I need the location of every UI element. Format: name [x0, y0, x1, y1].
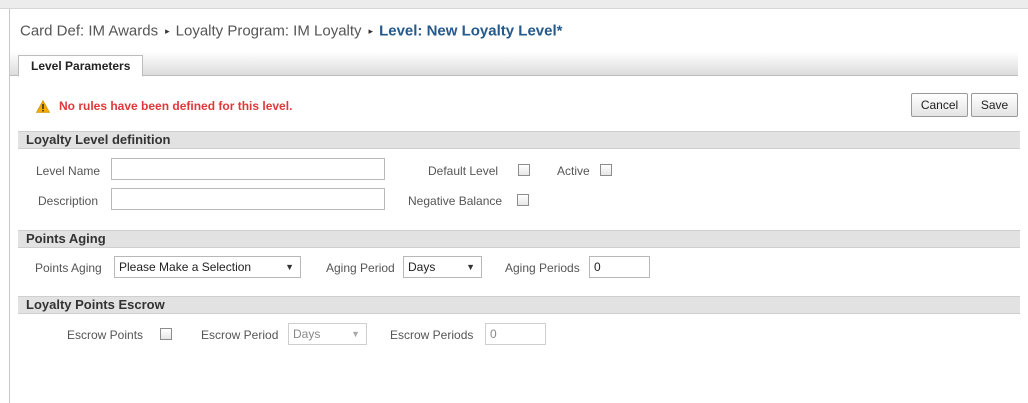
chevron-down-icon: ▼ — [466, 262, 475, 272]
description-label: Description — [38, 194, 99, 208]
breadcrumb-separator-icon: ▸ — [165, 25, 170, 36]
breadcrumb-separator-icon: ▸ — [368, 25, 374, 36]
escrow-period-label: Escrow Period — [201, 328, 279, 342]
breadcrumb-card-def[interactable]: Card Def: IM Awards — [20, 23, 158, 40]
escrow-points-checkbox[interactable] — [160, 328, 172, 340]
breadcrumb: Card Def: IM Awards ▸ Loyalty Program: IM … — [20, 22, 562, 40]
escrow-periods-input[interactable] — [485, 323, 546, 345]
points-aging-label: Points Aging — [35, 261, 102, 275]
warning-triangle-icon — [36, 99, 50, 113]
breadcrumb-current-level: Level: New Loyalty Level* — [379, 22, 563, 40]
negative-balance-label: Negative Balance — [408, 194, 503, 208]
points-aging-select[interactable]: Please Make a Selection ▼ — [114, 256, 301, 278]
description-input[interactable] — [111, 188, 385, 210]
points-aging-select-value: Please Make a Selection — [119, 260, 252, 274]
active-checkbox[interactable] — [600, 164, 612, 176]
section-header-points-escrow: Loyalty Points Escrow — [18, 296, 1020, 314]
warning-text: No rules have been defined for this leve… — [59, 99, 293, 113]
aging-periods-input[interactable] — [589, 256, 650, 278]
level-name-input[interactable] — [111, 158, 385, 180]
chevron-down-icon: ▼ — [351, 329, 360, 339]
active-label: Active — [557, 164, 590, 178]
default-level-label: Default Level — [428, 164, 499, 178]
aging-periods-label: Aging Periods — [505, 261, 580, 275]
default-level-checkbox[interactable] — [518, 164, 530, 176]
section-header-level-definition: Loyalty Level definition — [18, 131, 1020, 149]
cancel-button[interactable]: Cancel — [911, 93, 968, 117]
escrow-points-label: Escrow Points — [67, 328, 144, 342]
tab-level-parameters[interactable]: Level Parameters — [18, 55, 144, 77]
aging-period-select-value: Days — [408, 260, 436, 274]
warning-message: No rules have been defined for this leve… — [36, 99, 292, 113]
aging-period-select[interactable]: Days ▼ — [403, 256, 482, 278]
window-top-border — [0, 0, 1028, 9]
breadcrumb-loyalty-program[interactable]: Loyalty Program: IM Loyalty — [176, 23, 362, 40]
aging-period-label: Aging Period — [326, 261, 395, 275]
tab-bar: Level Parameters — [10, 52, 1018, 77]
section-header-points-aging: Points Aging — [18, 230, 1020, 248]
escrow-period-select[interactable]: Days ▼ — [288, 323, 367, 345]
escrow-period-select-value: Days — [293, 327, 321, 341]
level-name-label: Level Name — [36, 164, 101, 178]
negative-balance-checkbox[interactable] — [517, 194, 529, 206]
chevron-down-icon: ▼ — [285, 262, 294, 272]
escrow-periods-label: Escrow Periods — [390, 328, 474, 342]
save-button[interactable]: Save — [971, 93, 1018, 117]
